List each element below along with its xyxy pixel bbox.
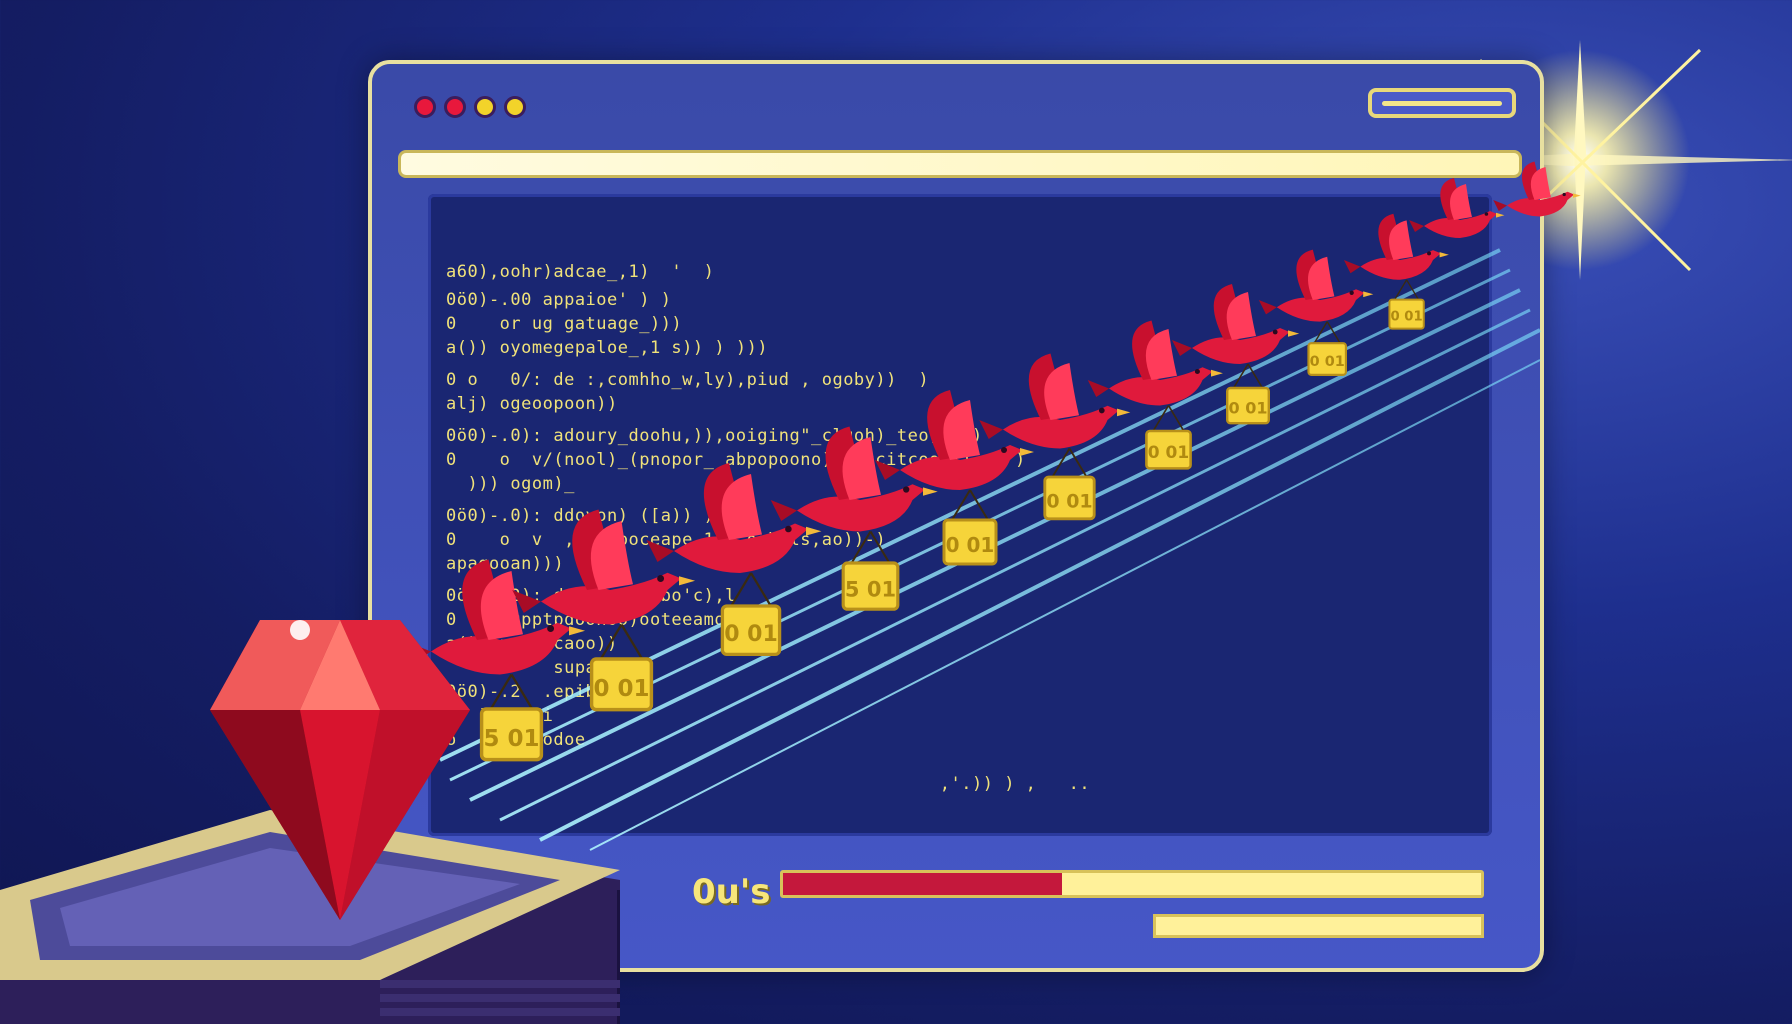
ruby-gem-icon bbox=[210, 620, 470, 920]
code-line: 0ö0)-.00 appaioe' ) ) bbox=[446, 290, 672, 310]
code-line: 0 o 0/: de :,comhho_w,ly),piud , ogoby))… bbox=[446, 370, 930, 390]
code-line: apagooan))) bbox=[446, 554, 565, 574]
menu-line-icon bbox=[1382, 101, 1502, 106]
code-line: a()) oyomegepaloe_,1 s)) ) ))) bbox=[446, 338, 769, 358]
code-line: 0 upptpdoonoo)ooteeamo bbox=[446, 610, 726, 630]
address-bar[interactable] bbox=[398, 150, 1522, 178]
status-label: 0u's bbox=[692, 872, 771, 912]
code-line: 0ö0)-.0): ddoyon) ([a)) ) bbox=[446, 506, 715, 526]
progress-fill-secondary bbox=[1153, 914, 1484, 938]
code-area: a60),oohr)adcae_,1) ' ) 0ö0)-.00 appaioe'… bbox=[428, 194, 1492, 836]
code-line: a60),oohr)adcae_,1) ' ) bbox=[446, 262, 715, 282]
code-line: alj) ogeoopoon)) bbox=[446, 394, 618, 414]
minimize-dot-icon[interactable] bbox=[444, 96, 466, 118]
code-line: 0 or ug gatuage_))) bbox=[446, 314, 683, 334]
zoom-dot-icon[interactable] bbox=[474, 96, 496, 118]
extra-dot-icon[interactable] bbox=[504, 96, 526, 118]
progress-fill bbox=[783, 873, 1063, 895]
progress-bar-secondary bbox=[780, 914, 1484, 938]
close-dot-icon[interactable] bbox=[414, 96, 436, 118]
code-line: 0ö0)-.0): adoury_doohu,)),ooiging"_clgoh… bbox=[446, 426, 983, 446]
progress-bar-primary bbox=[780, 870, 1484, 898]
title-bar bbox=[372, 64, 1540, 144]
menu-box[interactable] bbox=[1368, 88, 1516, 118]
code-line: 0ö0)-.2): dgoby: ("abo'c),l bbox=[446, 586, 736, 606]
code-line: 0 o v ,oyeppoceape_1", oobyls,ao))-) bbox=[446, 530, 887, 550]
code-line: 0 o v/(nool)_(pnopor_ abpopoono)]goccitc… bbox=[446, 450, 1026, 470]
code-line: ))) ogom)_ bbox=[446, 474, 575, 494]
